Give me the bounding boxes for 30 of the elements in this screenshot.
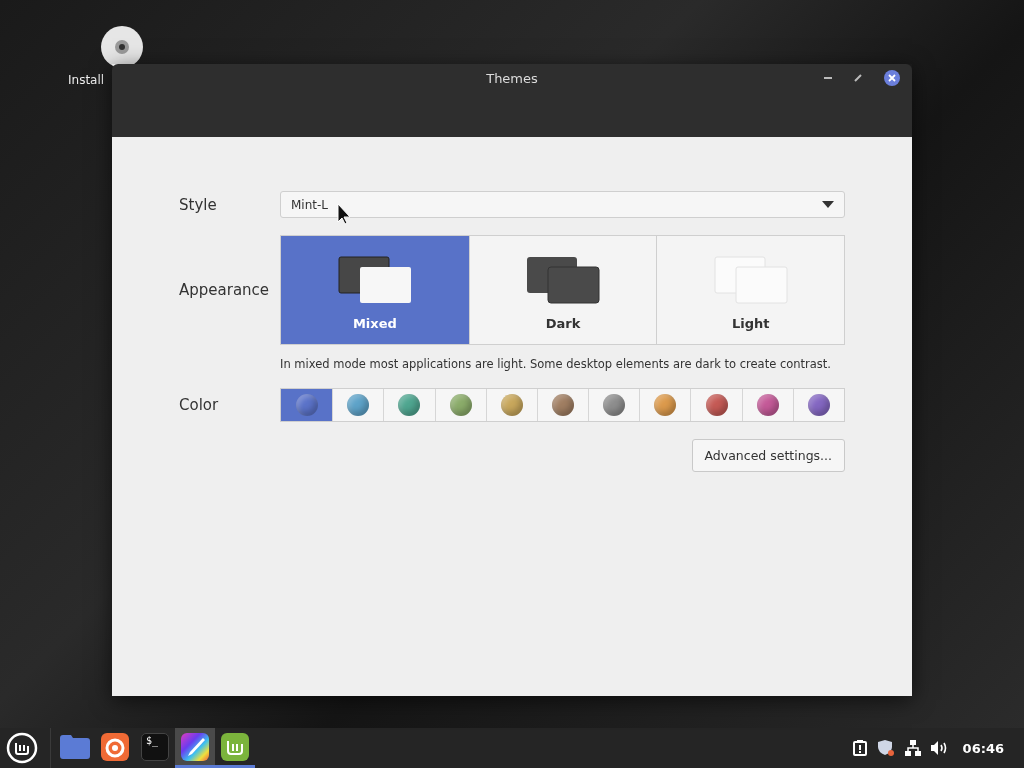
disc-icon[interactable] <box>100 25 144 69</box>
terminal-icon: $_ <box>141 732 169 761</box>
window-title: Themes <box>486 71 538 86</box>
volume-icon[interactable] <box>930 741 949 755</box>
network-icon[interactable] <box>904 740 921 756</box>
appearance-description: In mixed mode most applications are light. Some desktop elements are dark to create contrast. <box>280 357 831 371</box>
style-label: Style <box>179 195 218 214</box>
style-dropdown[interactable]: Mint-L <box>280 191 845 218</box>
taskbar-app[interactable] <box>175 728 215 768</box>
taskbar-app[interactable]: $_ <box>135 728 175 768</box>
menu-icon[interactable] <box>6 732 38 764</box>
paintbrush-icon <box>181 732 209 761</box>
mouse-pointer-icon <box>337 203 353 225</box>
appearance-option[interactable]: Dark <box>468 236 657 344</box>
window-preview-icon <box>337 255 412 304</box>
close-icon[interactable] <box>884 70 900 86</box>
appearance-option[interactable]: Light <box>656 236 844 344</box>
clipboard-alert-icon[interactable] <box>852 740 867 756</box>
maximize-icon[interactable] <box>854 74 862 82</box>
folder-icon <box>60 734 90 759</box>
window-preview-icon <box>526 255 600 304</box>
desktop-icon-label[interactable]: Install <box>68 73 105 87</box>
shield-icon[interactable] <box>876 739 895 757</box>
color-swatch[interactable] <box>281 389 333 421</box>
appearance-label: Appearance <box>179 281 271 299</box>
dropdown-arrow-icon <box>822 201 834 208</box>
appearance-option[interactable]: Mixed <box>281 236 469 344</box>
clock[interactable]: 06:46 <box>962 740 1004 756</box>
color-label: Color <box>179 396 220 414</box>
advanced-settings-button[interactable]: Advanced settings... <box>691 439 845 472</box>
